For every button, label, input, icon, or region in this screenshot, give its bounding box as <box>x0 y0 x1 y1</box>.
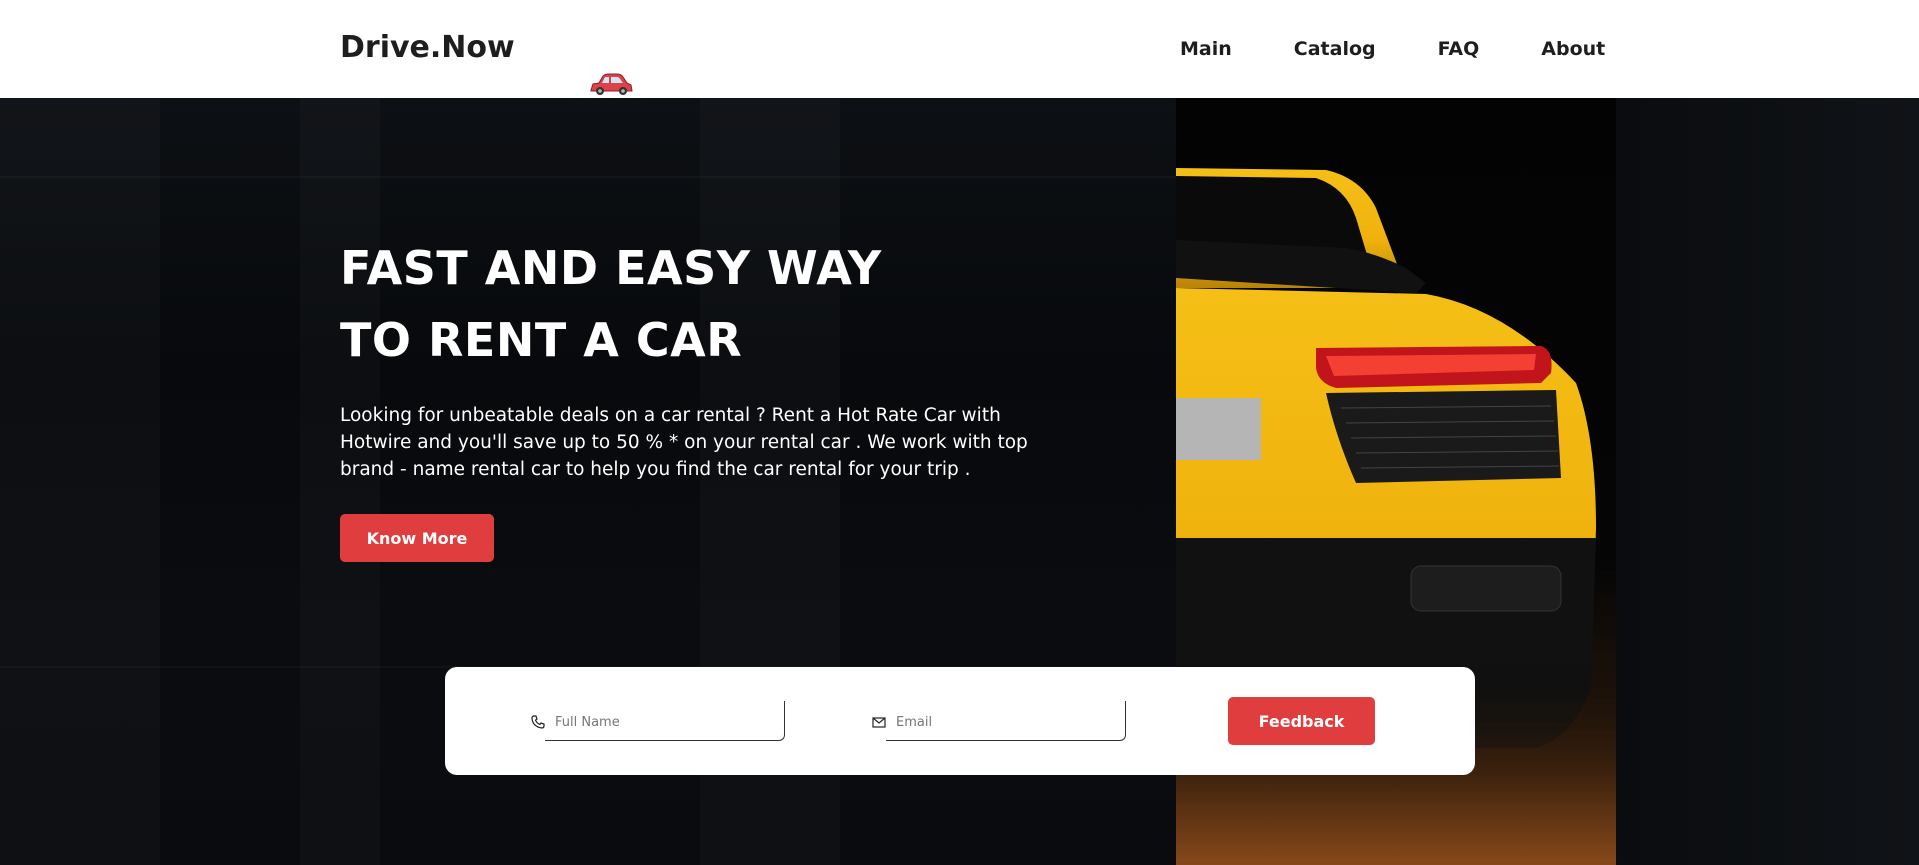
nav-faq[interactable]: FAQ <box>1438 38 1480 60</box>
full-name-input[interactable] <box>555 711 765 733</box>
email-input[interactable] <box>896 711 1106 733</box>
main-nav: Main Catalog FAQ About <box>1180 38 1605 60</box>
know-more-button[interactable]: Know More <box>340 514 494 562</box>
feedback-form: Feedback <box>445 667 1475 775</box>
mail-icon <box>872 717 886 728</box>
nav-about[interactable]: About <box>1541 38 1605 60</box>
car-icon <box>590 73 633 95</box>
full-name-field <box>531 701 785 741</box>
nav-catalog[interactable]: Catalog <box>1294 38 1376 60</box>
phone-icon <box>531 715 545 729</box>
hero-title-line-1: FAST AND EASY WAY <box>340 241 882 295</box>
hero-description: Looking for unbeatable deals on a car re… <box>340 405 1028 480</box>
logo[interactable]: Drive.Now <box>340 30 515 65</box>
background-line <box>0 176 1176 178</box>
hero-title-line-2: TO RENT A CAR <box>340 313 743 367</box>
hero-background-right <box>1616 98 1919 865</box>
email-field <box>872 701 1126 741</box>
feedback-button[interactable]: Feedback <box>1228 697 1375 745</box>
hero-title: FAST AND EASY WAY TO RENT A CAR <box>340 232 882 376</box>
background-stripe <box>0 98 160 865</box>
nav-main[interactable]: Main <box>1180 38 1232 60</box>
site-header: Drive.Now Main Catalog FAQ About <box>0 0 1919 98</box>
